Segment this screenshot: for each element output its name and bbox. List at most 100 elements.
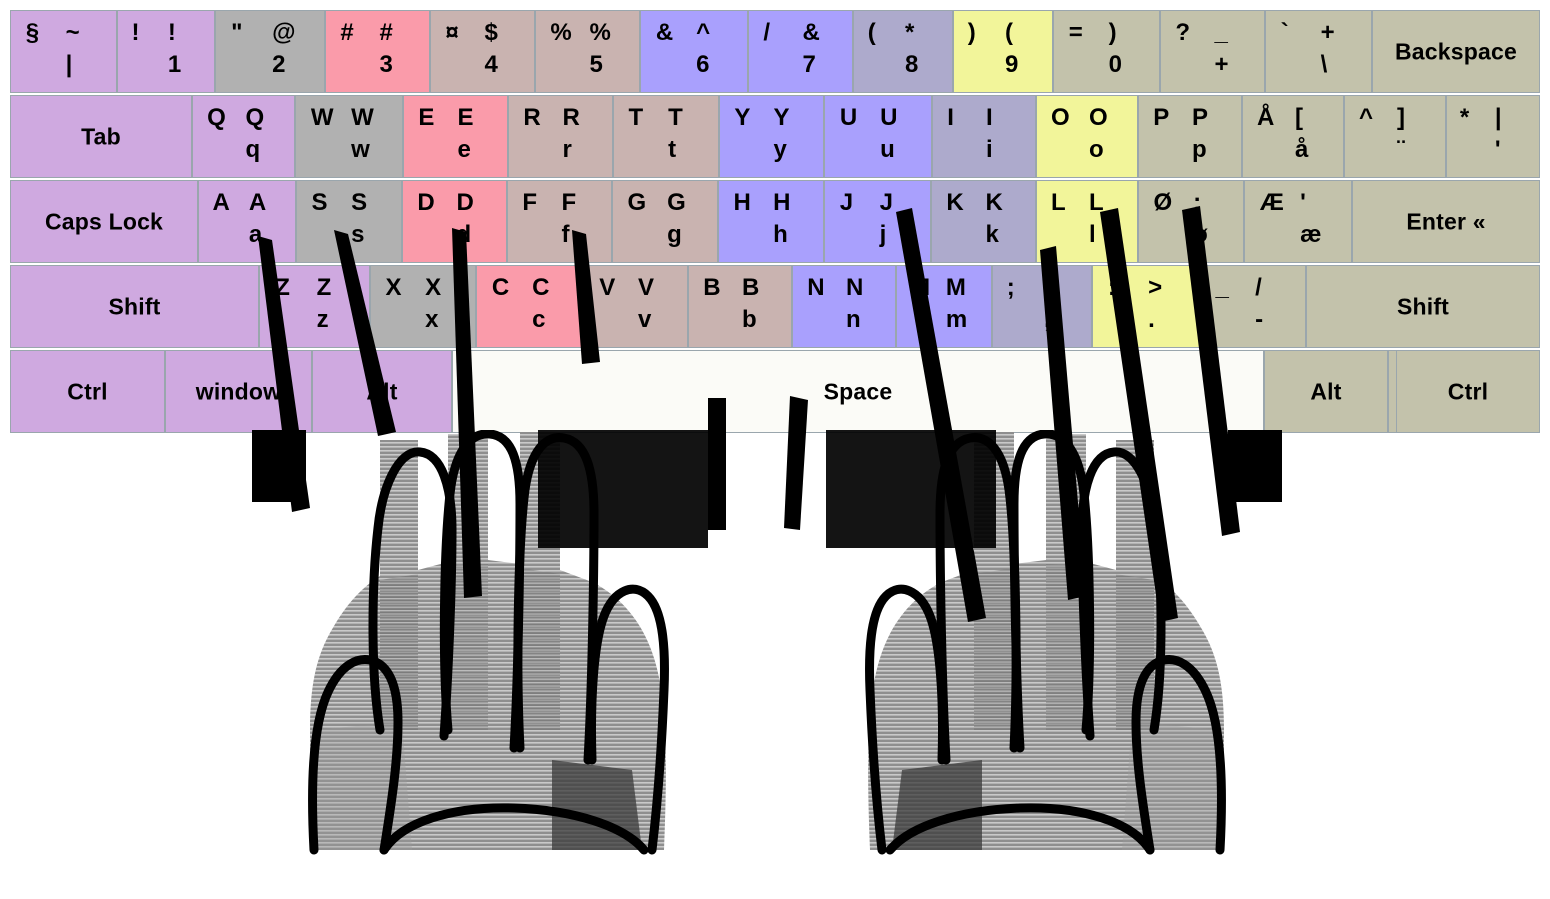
key-3-legend-br: 3: [379, 51, 393, 78]
key-q[interactable]: QQq: [192, 95, 295, 178]
key-n[interactable]: NNn: [792, 265, 896, 348]
key-l[interactable]: LLl: [1036, 180, 1138, 263]
key-o-legend-br: o: [1089, 136, 1104, 163]
key-p[interactable]: PPp: [1138, 95, 1242, 178]
key-h-legend-tl: H: [733, 189, 751, 216]
key-i-legend-tl: I: [947, 104, 954, 131]
key-plus[interactable]: ? _ +: [1160, 10, 1265, 93]
key-6-legend-tr: ^: [696, 19, 711, 46]
key-2[interactable]: " @2: [215, 10, 325, 93]
key-j-legend-tl: J: [839, 189, 854, 216]
key-b[interactable]: BBb: [688, 265, 792, 348]
key-q-legend-tr: Q: [245, 104, 265, 131]
key-p-legend-br: p: [1192, 136, 1207, 163]
key-6-legend-br: 6: [696, 51, 710, 78]
key-d[interactable]: DDd: [402, 180, 507, 263]
key-y[interactable]: YYy: [719, 95, 824, 178]
key-i[interactable]: I Ii: [932, 95, 1036, 178]
key-ctrl-left[interactable]: Ctrl: [10, 350, 165, 433]
key-3[interactable]: # #3: [325, 10, 430, 93]
key-q-legend-tl: Q: [207, 104, 226, 131]
key-v[interactable]: VVv: [584, 265, 688, 348]
key-1[interactable]: !! 1: [117, 10, 215, 93]
key-backslash-legend-br: \: [1320, 51, 1328, 78]
key-aring-legend-tr: [: [1295, 104, 1303, 131]
key-ae[interactable]: Æ ' æ: [1244, 180, 1352, 263]
key-8-legend-tr: *: [904, 19, 915, 46]
key-c[interactable]: CCc: [476, 265, 584, 348]
key-s[interactable]: SSs: [296, 180, 402, 263]
key-6-legend-tl: &: [655, 19, 674, 46]
key-5-legend-tl: %: [550, 19, 572, 46]
key-9[interactable]: ) (9: [953, 10, 1053, 93]
key-space[interactable]: Space: [452, 350, 1264, 433]
key-diaeresis[interactable]: ^] ¨: [1344, 95, 1446, 178]
key-shift-right[interactable]: Shift: [1306, 265, 1540, 348]
key-z-legend-tl: Z: [275, 274, 290, 301]
key-v-legend-tr: V: [638, 274, 655, 301]
key-backslash[interactable]: ` + \: [1265, 10, 1372, 93]
key-oslash[interactable]: Ø; ø: [1138, 180, 1244, 263]
key-comma-legend-tl: ;: [1006, 274, 1015, 301]
key-aring-legend-tl: Å: [1257, 104, 1275, 131]
key-u[interactable]: UUu: [824, 95, 932, 178]
key-tab[interactable]: Tab: [10, 95, 192, 178]
key-o[interactable]: OOo: [1036, 95, 1138, 178]
key-period[interactable]: : >.: [1092, 265, 1200, 348]
key-m[interactable]: MMm: [896, 265, 992, 348]
key-window-left[interactable]: window: [165, 350, 312, 433]
key-g[interactable]: GGg: [612, 180, 718, 263]
key-f-legend-br: f: [561, 221, 570, 248]
key-r[interactable]: RRr: [508, 95, 613, 178]
key-section[interactable]: § ~ |: [10, 10, 117, 93]
key-plus-legend-br: +: [1214, 51, 1229, 78]
key-7[interactable]: / & 7: [748, 10, 853, 93]
key-4[interactable]: ¤ $4: [430, 10, 535, 93]
key-caps-lock-label: Caps Lock: [44, 208, 164, 234]
key-t[interactable]: TTt: [613, 95, 719, 178]
key-backspace[interactable]: Backspace: [1372, 10, 1540, 93]
key-alt-left[interactable]: Alt: [312, 350, 452, 433]
key-5[interactable]: %% 5: [535, 10, 640, 93]
key-9-legend-tr: (: [1004, 19, 1013, 46]
key-alt-right[interactable]: Alt: [1264, 350, 1388, 433]
key-f[interactable]: FFf: [507, 180, 612, 263]
key-enter[interactable]: Enter «: [1352, 180, 1540, 263]
key-j[interactable]: JJj: [824, 180, 931, 263]
key-t-legend-br: t: [668, 136, 677, 163]
key-shift-left[interactable]: Shift: [10, 265, 259, 348]
key-aring[interactable]: Å [å: [1242, 95, 1344, 178]
key-b-legend-tl: B: [703, 274, 721, 301]
key-z[interactable]: ZZz: [259, 265, 370, 348]
key-7-legend-br: 7: [802, 51, 816, 78]
key-ctrl-right[interactable]: Ctrl: [1396, 350, 1540, 433]
left-hand-illustration: [252, 430, 752, 860]
key-w[interactable]: WWw: [295, 95, 403, 178]
key-8-legend-tl: (: [867, 19, 876, 46]
key-s-legend-tr: S: [351, 189, 368, 216]
key-t-legend-tl: T: [628, 104, 644, 131]
key-plus-legend-tl: ?: [1175, 19, 1191, 46]
key-x[interactable]: XXx: [370, 265, 476, 348]
key-section-legend-br: |: [65, 51, 73, 78]
key-0[interactable]: =) 0: [1053, 10, 1160, 93]
key-comma[interactable]: ; <,: [992, 265, 1092, 348]
key-g-legend-tl: G: [627, 189, 647, 216]
key-6[interactable]: & ^ 6: [640, 10, 748, 93]
key-minus[interactable]: _ / -: [1200, 265, 1306, 348]
key-apostrophe[interactable]: * | ': [1446, 95, 1540, 178]
key-3-legend-tr: #: [379, 19, 393, 46]
key-h[interactable]: HHh: [718, 180, 824, 263]
key-backslash-legend-tr: +: [1320, 19, 1335, 46]
key-i-legend-br: i: [986, 136, 993, 163]
key-b-legend-br: b: [742, 306, 757, 333]
key-caps-lock[interactable]: Caps Lock: [10, 180, 198, 263]
key-e[interactable]: EEe: [403, 95, 508, 178]
key-8[interactable]: ( * 8: [853, 10, 953, 93]
key-k[interactable]: KKk: [931, 180, 1036, 263]
key-e-legend-tl: E: [418, 104, 435, 131]
key-a[interactable]: AAa: [198, 180, 296, 263]
key-m-legend-br: m: [945, 306, 968, 333]
key-7-legend-tl: /: [763, 19, 771, 46]
key-8-legend-br: 8: [904, 51, 919, 78]
